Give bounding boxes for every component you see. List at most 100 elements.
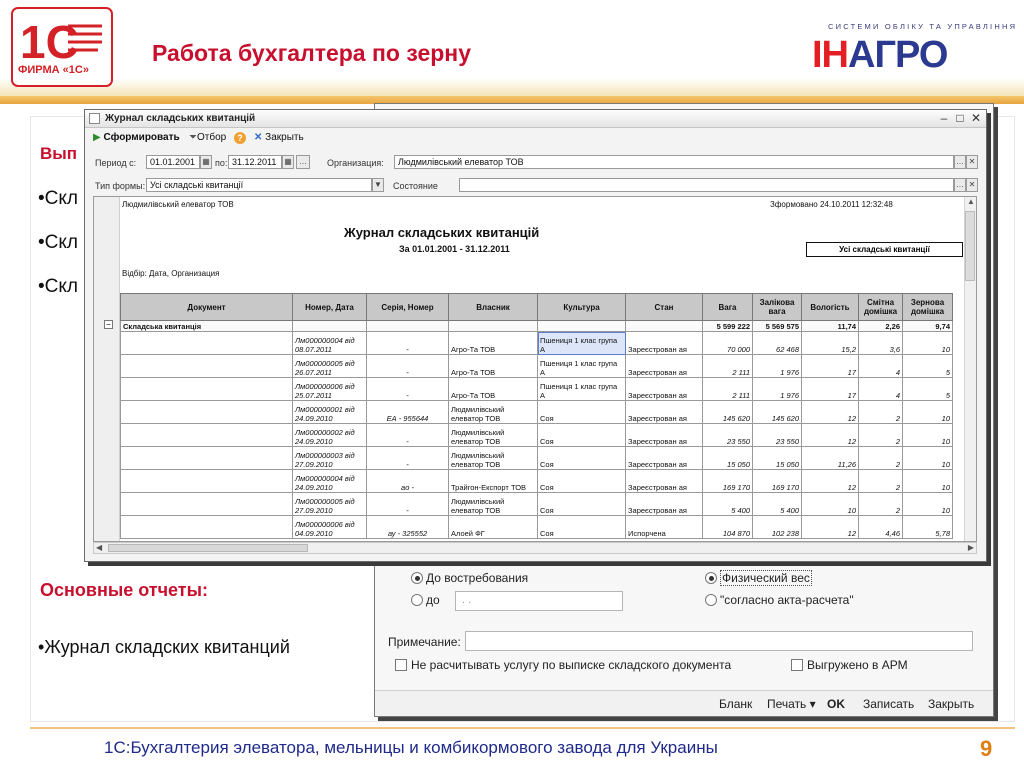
table-row[interactable]: Лм000000005 від 26.07.2011- Агро-Та ТОВ Пш… [120, 354, 953, 378]
close-window-icon[interactable]: ✕ [969, 111, 983, 125]
cell-weight: 15 050 [702, 446, 753, 470]
cell-credit: 62 468 [752, 331, 802, 355]
generate-button[interactable]: ▶ Сформировать [93, 132, 180, 143]
table-row[interactable]: Лм000000001 від 24.09.2010 ЕА - 955644 Люд… [120, 400, 953, 424]
form-button-bar: Бланк Печать ▾ OK Записать Закрыть [375, 690, 993, 716]
cell-weight: 104 870 [702, 515, 753, 539]
table-row[interactable]: Лм000000004 від 08.07.2011- Агро-Та ТОВ Пш… [120, 331, 953, 355]
radio-on-demand[interactable]: До востребования [411, 571, 528, 585]
cell-owner: Трайгон-Експорт ТОВ [448, 469, 538, 493]
table-row[interactable]: Лм000000004 від 24.09.2010 ао - Трайгон-Ек… [120, 469, 953, 493]
help-button[interactable]: ? [234, 132, 246, 144]
checkbox-uploaded[interactable]: Выгружено в АРМ [791, 658, 908, 672]
filter-button[interactable]: ⏷Отбор [189, 132, 226, 143]
cell-moist: 17 [801, 354, 859, 378]
inagro-logo-part1: ІН [812, 34, 849, 76]
clear-icon[interactable]: ✕ [966, 155, 978, 169]
organization-input[interactable]: Людмилівський елеватор ТОВ [394, 155, 954, 169]
column-header: Документ [120, 293, 293, 321]
column-header: Номер, Дата [292, 293, 367, 321]
cell-crop: Соя [537, 492, 626, 516]
checkbox-icon [395, 659, 407, 671]
cell-series: ЕА - 955644 [366, 400, 449, 424]
radio-icon [705, 594, 717, 606]
checkbox-no-service[interactable]: Не расчитывать услугу по выписке складск… [395, 658, 731, 672]
cell-num-date: Лм000000004 від 24.09.2010 [292, 469, 367, 493]
maximize-icon[interactable]: □ [953, 111, 967, 125]
inagro-tagline: СИСТЕМИ ОБЛІКУ ТА УПРАВЛІННЯ [828, 22, 1018, 31]
report-outline-gutter [94, 197, 120, 541]
period-to-input[interactable]: 31.12.2011 [228, 155, 282, 169]
document-cell [120, 515, 293, 539]
collapse-group-icon[interactable]: − [104, 320, 113, 329]
scroll-up-icon[interactable]: ▲ [967, 197, 975, 206]
minimize-icon[interactable]: – [937, 111, 951, 125]
cell-owner: Людмилівський елеватор ТОВ [448, 423, 538, 447]
period-from-input[interactable]: 01.01.2001 [146, 155, 200, 169]
column-header: Залікова вага [752, 293, 802, 321]
scroll-thumb[interactable] [108, 544, 308, 552]
vertical-scrollbar[interactable]: ▲ [964, 197, 976, 541]
blank-button[interactable]: Бланк [719, 697, 752, 711]
table-row[interactable]: Лм000000006 від 04.09.2010 ау - 325552 Ало… [120, 515, 953, 539]
calendar-icon[interactable]: ▦ [200, 155, 212, 169]
close-report-button[interactable]: ✕ Закрыть [254, 132, 304, 143]
checkbox-icon [791, 659, 803, 671]
select-ellipsis-icon[interactable]: … [954, 155, 966, 169]
cell-owner: Людмилівський елеватор ТОВ [448, 446, 538, 470]
cell-series: - [366, 377, 449, 401]
state-input[interactable] [459, 178, 954, 192]
form-type-select[interactable]: Усі складські квитанції [146, 178, 372, 192]
clear-icon[interactable]: ✕ [966, 178, 978, 192]
scroll-thumb[interactable] [965, 211, 975, 281]
select-ellipsis-icon[interactable]: … [954, 178, 966, 192]
cell-state: Зареєстрован ая [625, 423, 703, 447]
table-row[interactable]: Лм000000006 від 25.07.2011- Агро-Та ТОВ Пш… [120, 377, 953, 401]
ok-button[interactable]: OK [827, 697, 845, 711]
inagro-logo: ІНАГРО [812, 34, 948, 77]
calendar-icon[interactable]: ▦ [282, 155, 294, 169]
chevron-down-icon[interactable]: ▼ [372, 178, 384, 192]
print-button[interactable]: Печать ▾ [767, 697, 816, 711]
cell-state: Зареєстрован ая [625, 400, 703, 424]
scroll-right-icon[interactable]: ▶ [968, 543, 974, 552]
report-document[interactable]: − Людмилівський елеватор ТОВ Зформовано … [93, 196, 977, 542]
close-form-button[interactable]: Закрыть [928, 697, 974, 711]
radio-until[interactable]: до [411, 593, 440, 607]
period-select-button[interactable]: … [296, 155, 310, 169]
radio-per-act[interactable]: "согласно акта-расчета" [705, 593, 854, 607]
radio-physical-weight[interactable]: Физический вес [705, 570, 812, 586]
document-cell [120, 354, 293, 378]
cell-crop: Соя [537, 400, 626, 424]
report-organization: Людмилівський елеватор ТОВ [122, 200, 234, 209]
group-weight: 5 599 222 [702, 320, 753, 332]
group-grain: 9,74 [902, 320, 953, 332]
table-row[interactable]: Лм000000003 від 27.09.2010- Людмилівський… [120, 446, 953, 470]
cell-state: Зареєстрован ая [625, 446, 703, 470]
table-row[interactable]: Лм000000005 від 27.09.2010- Людмилівський… [120, 492, 953, 516]
cell-series: - [366, 446, 449, 470]
cell-grain: 10 [902, 492, 953, 516]
radio-icon [411, 594, 423, 606]
cell-num-date: Лм000000005 від 26.07.2011 [292, 354, 367, 378]
window-title: Журнал складських квитанцій [105, 113, 256, 124]
close-icon: ✕ [254, 132, 263, 143]
group-row[interactable]: Складська квитанція 5 599 222 5 569 575 … [120, 320, 953, 332]
until-date-input[interactable]: . . [455, 591, 623, 611]
cell-state: Зареєстрован ая [625, 354, 703, 378]
period-from-label: Период с: [95, 158, 137, 168]
horizontal-scrollbar[interactable]: ◀ ▶ [93, 542, 977, 554]
period-to-label: по: [215, 158, 228, 168]
cell-state: Зареєстрован ая [625, 469, 703, 493]
filter-label: Отбор [197, 132, 227, 143]
scroll-left-icon[interactable]: ◀ [96, 543, 102, 552]
window-titlebar[interactable]: Журнал складських квитанцій – □ ✕ [85, 110, 986, 128]
note-input[interactable] [465, 631, 973, 651]
cell-series: ау - 325552 [366, 515, 449, 539]
receipts-table: Документ Номер, Дата Серія, Номер Власни… [120, 293, 953, 539]
cell-trash: 3,6 [858, 331, 903, 355]
save-button[interactable]: Записать [863, 697, 914, 711]
radio-until-label: до [426, 593, 440, 607]
table-row[interactable]: Лм000000002 від 24.09.2010- Людмилівський… [120, 423, 953, 447]
column-header: Серія, Номер [366, 293, 449, 321]
